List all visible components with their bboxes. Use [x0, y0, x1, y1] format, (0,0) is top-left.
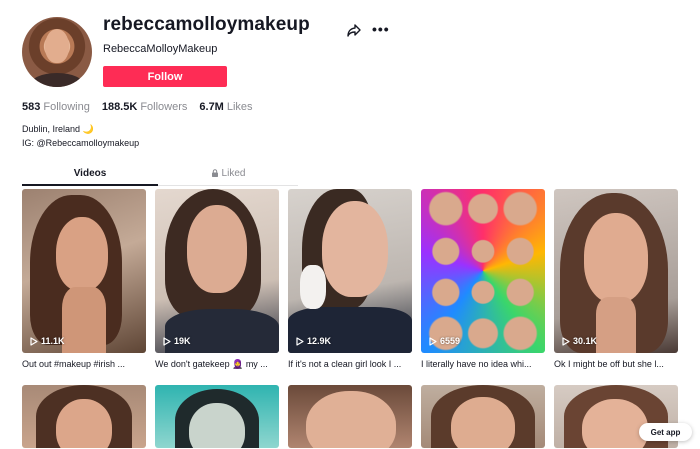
view-count-value: 12.9K: [307, 336, 332, 346]
stat-value: 6.7M: [199, 101, 224, 113]
stat-following[interactable]: 583 Following: [22, 101, 90, 113]
tab-active-underline: [22, 184, 158, 186]
view-count-value: 30.1K: [573, 336, 598, 346]
avatar[interactable]: [22, 17, 92, 87]
video-card[interactable]: [421, 385, 545, 448]
video-thumbnail[interactable]: 6559: [421, 189, 545, 353]
video-thumbnail[interactable]: 30.1K: [554, 189, 678, 353]
video-card[interactable]: 12.9K If it's not a clean girl look I ..…: [288, 189, 412, 369]
avatar-face: [45, 29, 69, 63]
view-count-value: 11.1K: [41, 336, 65, 346]
video-caption[interactable]: We don't gatekeep 🧕 my ...: [155, 359, 279, 370]
video-thumbnail[interactable]: 11.1K: [22, 189, 146, 353]
video-thumbnail[interactable]: [421, 385, 545, 448]
profile-tabs: Videos Liked: [22, 164, 298, 186]
video-caption[interactable]: If it's not a clean girl look I ...: [288, 359, 412, 369]
tab-videos[interactable]: Videos: [22, 168, 158, 179]
view-count-value: 6559: [440, 336, 461, 346]
stat-value: 583: [22, 101, 41, 113]
video-card[interactable]: [288, 385, 412, 448]
get-app-button[interactable]: Get app: [639, 423, 692, 441]
stats-row: 583 Following 188.5K Followers 6.7M Likes: [22, 101, 265, 113]
video-caption[interactable]: Ok I might be off but she l...: [554, 359, 678, 369]
video-card[interactable]: 19K We don't gatekeep 🧕 my ...: [155, 189, 279, 370]
tab-liked-label: Liked: [221, 168, 246, 179]
bio-location: Dublin, Ireland 🌙: [22, 124, 94, 134]
username: rebeccamolloymakeup: [103, 14, 310, 35]
play-icon: [562, 336, 570, 346]
stat-followers[interactable]: 188.5K Followers: [102, 101, 188, 113]
video-thumbnail[interactable]: [22, 385, 146, 448]
more-options-icon[interactable]: •••: [372, 21, 390, 37]
video-card[interactable]: 11.1K Out out #makeup #irish ...: [22, 189, 146, 369]
video-caption[interactable]: Out out #makeup #irish ...: [22, 359, 146, 369]
stat-label: Likes: [226, 101, 253, 113]
stat-likes: 6.7M Likes: [199, 101, 252, 113]
stat-label: Following: [43, 101, 90, 113]
play-icon: [30, 336, 38, 346]
display-name: RebeccaMolloyMakeup: [103, 43, 218, 55]
video-thumbnail[interactable]: 19K: [155, 189, 279, 353]
video-card[interactable]: 30.1K Ok I might be off but she l...: [554, 189, 678, 369]
avatar-shirt: [30, 73, 84, 87]
view-count: 30.1K: [562, 336, 597, 346]
view-count-value: 19K: [174, 336, 191, 346]
follow-button[interactable]: Follow: [103, 66, 227, 87]
share-icon[interactable]: [346, 22, 362, 38]
video-card[interactable]: 6559 I literally have no idea whi...: [421, 189, 545, 369]
play-icon: [163, 336, 171, 346]
play-icon: [296, 336, 304, 346]
stat-label: Followers: [140, 101, 188, 113]
view-count: 19K: [163, 336, 191, 346]
view-count: 11.1K: [30, 336, 65, 346]
video-card[interactable]: [155, 385, 279, 448]
video-thumbnail[interactable]: [288, 385, 412, 448]
stat-value: 188.5K: [101, 101, 138, 113]
view-count: 12.9K: [296, 336, 331, 346]
view-count: 6559: [429, 336, 460, 346]
video-thumbnail[interactable]: 12.9K: [288, 189, 412, 353]
video-card[interactable]: [22, 385, 146, 448]
bio: Dublin, Ireland 🌙 IG: @Rebeccamolloymake…: [22, 122, 139, 150]
bio-instagram: IG: @Rebeccamolloymakeup: [22, 138, 140, 148]
play-icon: [429, 336, 437, 346]
lock-icon: [211, 169, 218, 177]
tab-videos-label: Videos: [73, 168, 107, 179]
video-thumbnail[interactable]: [155, 385, 279, 448]
video-caption[interactable]: I literally have no idea whi...: [421, 359, 545, 369]
tab-liked[interactable]: Liked: [160, 168, 296, 179]
